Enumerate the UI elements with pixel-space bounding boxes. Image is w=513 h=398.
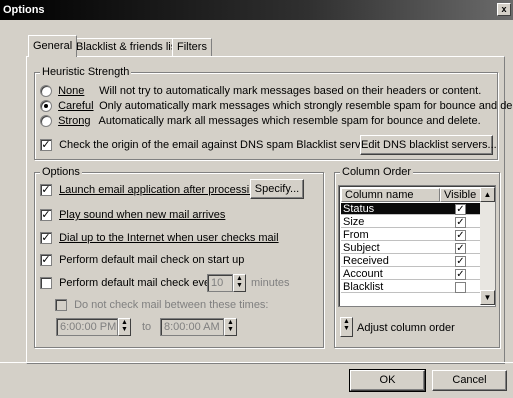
do-not-check-checkbox[interactable] (55, 299, 67, 312)
visible-checkbox[interactable]: ✓ (455, 230, 466, 241)
visible-checkbox[interactable] (455, 282, 466, 293)
time-from-input[interactable]: 6:00:00 PM (56, 318, 118, 336)
list-item-received[interactable]: Received ✓ (341, 255, 481, 267)
spin-up-icon: ▲ (121, 319, 128, 326)
spin-up-icon: ▲ (227, 319, 234, 326)
list-item-account[interactable]: Account ✓ (341, 268, 481, 280)
default-check-every-checkbox[interactable] (40, 277, 52, 290)
dial-up-checkbox[interactable]: ✓ (40, 232, 52, 245)
options-title: Options (40, 166, 82, 178)
list-item-from[interactable]: From ✓ (341, 229, 481, 241)
window-title: Options (3, 4, 45, 16)
default-check-startup-label: Perform default mail check on start up (59, 254, 245, 266)
time-to-spinner[interactable]: ▲ ▼ (224, 318, 237, 336)
specify-button[interactable]: Specify... (250, 179, 304, 199)
interval-input[interactable]: 10 (207, 274, 233, 292)
spin-down-icon: ▼ (121, 326, 128, 333)
dns-check-row[interactable]: ✓ Check the origin of the email against … (40, 138, 376, 152)
heuristic-title: Heuristic Strength (40, 66, 132, 78)
visible-checkbox[interactable]: ✓ (455, 269, 466, 280)
tab-blacklist-label: Blacklist & friends list (76, 41, 180, 53)
dns-check-label: Check the origin of the email against DN… (59, 139, 376, 151)
do-not-check-label: Do not check mail between these times: (74, 299, 269, 311)
default-check-every-row[interactable]: Perform default mail check every (40, 276, 219, 290)
list-item-name: Size (343, 216, 365, 228)
spin-down-icon: ▼ (236, 282, 243, 289)
list-item-name: Received (343, 255, 389, 267)
radio-careful-label: Careful (58, 100, 94, 112)
tab-blacklist[interactable]: Blacklist & friends list (71, 38, 185, 57)
column-list-scrollbar[interactable]: ▲ ▼ (480, 187, 495, 305)
adjust-order-label: Adjust column order (357, 322, 455, 334)
launch-label: Launch email application after processin… (59, 184, 262, 196)
dns-check-checkbox[interactable]: ✓ (40, 139, 52, 152)
radio-none-desc: Will not try to automatically mark messa… (99, 85, 482, 97)
play-sound-row[interactable]: ✓ Play sound when new mail arrives (40, 208, 225, 222)
interval-spinner[interactable]: ▲ ▼ (233, 274, 246, 292)
interval-unit: minutes (251, 277, 290, 289)
divider (0, 362, 513, 363)
cancel-button[interactable]: Cancel (432, 370, 507, 391)
ok-button[interactable]: OK (349, 369, 426, 392)
heuristic-none-row[interactable]: None Will not try to automatically mark … (40, 84, 481, 98)
heuristic-careful-row[interactable]: Careful Only automatically mark messages… (40, 99, 513, 113)
time-to-input[interactable]: 8:00:00 AM (160, 318, 224, 336)
visible-checkbox[interactable]: ✓ (455, 204, 466, 215)
list-item-name: Blacklist (343, 281, 384, 293)
spin-down-icon: ▼ (343, 325, 350, 332)
list-item-name: Subject (343, 242, 380, 254)
launch-row[interactable]: ✓ Launch email application after process… (40, 183, 261, 197)
time-to-label: to (142, 321, 152, 333)
list-item-size[interactable]: Size ✓ (341, 216, 481, 228)
tab-general[interactable]: General (28, 35, 78, 57)
heuristic-strong-row[interactable]: Strong Automatically mark all messages w… (40, 114, 481, 128)
dial-up-label: Dial up to the Internet when user checks… (59, 232, 279, 244)
do-not-check-row[interactable]: Do not check mail between these times: (55, 298, 269, 312)
adjust-order-spinner[interactable]: ▲ ▼ (340, 317, 353, 337)
radio-strong-desc: Automatically mark all messages which re… (98, 115, 481, 127)
scroll-up-icon[interactable]: ▲ (480, 187, 495, 202)
list-item-name: Account (343, 268, 383, 280)
play-sound-label: Play sound when new mail arrives (59, 209, 226, 221)
radio-strong-label: Strong (58, 115, 91, 127)
column-list[interactable]: Column name Visible Status ✓ Size ✓ From… (338, 185, 496, 307)
launch-checkbox[interactable]: ✓ (40, 184, 52, 197)
list-item-name: From (343, 229, 369, 241)
list-item-status[interactable]: Status ✓ (341, 203, 481, 215)
edit-dns-button[interactable]: Edit DNS blacklist servers... (360, 135, 497, 155)
tab-general-label: General (33, 40, 73, 52)
default-check-every-label: Perform default mail check every (59, 277, 220, 289)
visible-checkbox[interactable]: ✓ (455, 217, 466, 228)
default-check-startup-checkbox[interactable]: ✓ (40, 254, 52, 267)
radio-careful-desc: Only automatically mark messages which s… (99, 100, 513, 112)
radio-strong[interactable] (40, 115, 52, 128)
play-sound-checkbox[interactable]: ✓ (40, 209, 52, 222)
list-item-name: Status (343, 203, 375, 215)
spin-up-icon: ▲ (343, 318, 350, 325)
visible-checkbox[interactable]: ✓ (455, 243, 466, 254)
visible-checkbox[interactable]: ✓ (455, 256, 466, 267)
radio-none-label: None (58, 85, 85, 97)
default-check-startup-row[interactable]: ✓ Perform default mail check on start up (40, 253, 244, 267)
list-item-subject[interactable]: Subject ✓ (341, 242, 481, 254)
radio-none[interactable] (40, 85, 52, 98)
scroll-down-icon[interactable]: ▼ (480, 290, 495, 305)
column-order-title: Column Order (340, 166, 414, 178)
close-button[interactable]: x (497, 3, 511, 16)
tab-filters[interactable]: Filters (172, 38, 212, 57)
time-from-spinner[interactable]: ▲ ▼ (118, 318, 131, 336)
window-titlebar: Options (0, 0, 513, 20)
column-header-visible[interactable]: Visible (440, 188, 481, 202)
spin-down-icon: ▼ (227, 326, 234, 333)
column-header-name[interactable]: Column name (341, 188, 440, 202)
dial-up-row[interactable]: ✓ Dial up to the Internet when user chec… (40, 231, 279, 245)
radio-careful[interactable] (40, 100, 52, 113)
spin-up-icon: ▲ (236, 275, 243, 282)
list-item-blacklist[interactable]: Blacklist (341, 281, 481, 293)
tab-filters-label: Filters (177, 41, 207, 53)
